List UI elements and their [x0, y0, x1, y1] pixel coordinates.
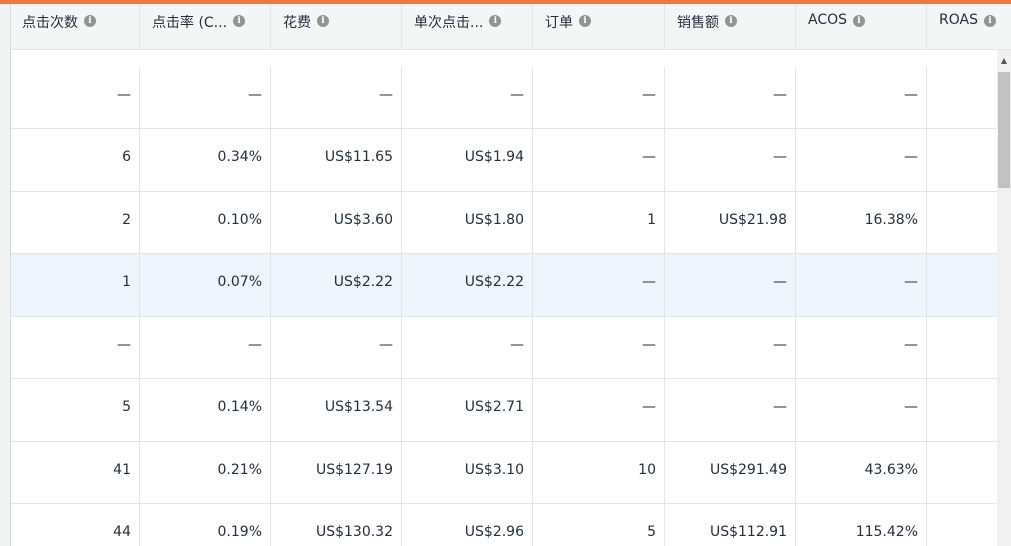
column-header-cpc[interactable]: 单次点击... i	[402, 4, 533, 50]
table-cell-acos: —	[796, 316, 927, 379]
table-cell-clicks: 41	[10, 441, 140, 504]
table-cell-cpc: US$3.10	[402, 441, 533, 504]
metrics-table: 点击次数 i 点击率 (C... i 花费 i 单次点击... i 订单 i 销售额 i ACOS i RO…	[10, 4, 1011, 546]
table-cell-cpc: US$2.71	[402, 379, 533, 442]
report-table-frame: 点击次数 i 点击率 (C... i 花费 i 单次点击... i 订单 i 销售额 i ACOS i RO…	[0, 0, 1011, 546]
table-cell-sales: US$291.49	[665, 441, 796, 504]
column-header-ctr[interactable]: 点击率 (C... i	[140, 4, 271, 50]
table-cell-ctr: —	[140, 66, 271, 129]
table-cell-clicks: 1	[10, 254, 140, 317]
table-cell-sales: —	[665, 254, 796, 317]
table-cell-clicks: 44	[10, 504, 140, 546]
table-cell-spend: US$127.19	[271, 441, 402, 504]
table-cell-ctr: 0.19%	[140, 504, 271, 546]
table-cell-clicks: 5	[10, 379, 140, 442]
table-cell-spend: US$3.60	[271, 191, 402, 254]
table-cell-sales: US$21.98	[665, 191, 796, 254]
column-header-label: 花费	[283, 15, 311, 31]
table-cell-spend: US$13.54	[271, 379, 402, 442]
column-header-label: 点击率 (C...	[152, 15, 228, 31]
table-cell-spend: US$11.65	[271, 129, 402, 192]
info-icon[interactable]: i	[317, 15, 329, 27]
table-cell-ctr: 0.21%	[140, 441, 271, 504]
info-icon[interactable]: i	[725, 15, 737, 27]
table-cell-clicks: 2	[10, 191, 140, 254]
table-cell-cpc: —	[402, 66, 533, 129]
column-header-label: ROAS	[939, 12, 978, 28]
column-header-clicks[interactable]: 点击次数 i	[10, 4, 140, 50]
table-cell-orders: —	[533, 379, 665, 442]
info-icon[interactable]: i	[489, 15, 502, 27]
table-cell-spend: US$130.32	[271, 504, 402, 546]
table-cell-cpc: US$1.94	[402, 129, 533, 192]
table-cell-ctr: 0.34%	[140, 129, 271, 192]
column-header-label: 订单	[545, 15, 573, 31]
info-icon[interactable]: i	[579, 15, 591, 27]
table-cell-acos: —	[796, 379, 927, 442]
table-cell-orders: 5	[533, 504, 665, 546]
column-header-label: 销售额	[677, 15, 719, 31]
table-cell-clicks: —	[10, 316, 140, 379]
table-cell-clicks: —	[10, 66, 140, 129]
top-accent-bar	[0, 0, 1011, 4]
table-cell-clicks: 6	[10, 129, 140, 192]
column-header-orders[interactable]: 订单 i	[533, 4, 665, 50]
table-cell-spend: —	[271, 66, 402, 129]
table-cell-orders: —	[533, 66, 665, 129]
chevron-up-icon[interactable]: ▲	[997, 50, 1011, 70]
table-cell-ctr: 0.07%	[140, 254, 271, 317]
row-selection-gutter	[0, 4, 11, 546]
table-cell-orders: —	[533, 129, 665, 192]
column-header-label: ACOS	[808, 12, 848, 28]
column-header-label: 点击次数	[22, 15, 78, 31]
table-cell-sales: —	[665, 379, 796, 442]
scrollbar-thumb[interactable]	[998, 72, 1010, 188]
table-cell-spend: —	[271, 316, 402, 379]
table-cell-cpc: US$1.80	[402, 191, 533, 254]
table-cell-acos: 115.42%	[796, 504, 927, 546]
table-cell-acos: —	[796, 66, 927, 129]
info-icon[interactable]: i	[853, 15, 866, 27]
table-cell-cpc: US$2.22	[402, 254, 533, 317]
table-cell-orders: 10	[533, 441, 665, 504]
table-cell-orders: 1	[533, 191, 665, 254]
column-header-roas[interactable]: ROAS i	[927, 4, 1011, 50]
table-cell-spend: US$2.22	[271, 254, 402, 317]
table-cell-ctr: —	[140, 316, 271, 379]
table-cell-acos: 16.38%	[796, 191, 927, 254]
table-cell-cpc: US$2.96	[402, 504, 533, 546]
table-cell-sales: US$112.91	[665, 504, 796, 546]
table-cell-acos: 43.63%	[796, 441, 927, 504]
table-cell-orders: —	[533, 254, 665, 317]
column-header-sales[interactable]: 销售额 i	[665, 4, 796, 50]
info-icon[interactable]: i	[983, 15, 996, 27]
table-cell-sales: —	[665, 316, 796, 379]
column-header-spend[interactable]: 花费 i	[271, 4, 402, 50]
table-cell-sales: —	[665, 66, 796, 129]
column-header-label: 单次点击...	[414, 15, 484, 31]
table-cell-orders: —	[533, 316, 665, 379]
table-cell-acos: —	[796, 129, 927, 192]
column-header-acos[interactable]: ACOS i	[796, 4, 927, 50]
table-cell-ctr: 0.14%	[140, 379, 271, 442]
table-cell-acos: —	[796, 254, 927, 317]
table-cell-ctr: 0.10%	[140, 191, 271, 254]
table-cell-cpc: —	[402, 316, 533, 379]
table-cell-sales: —	[665, 129, 796, 192]
info-icon[interactable]: i	[84, 15, 96, 27]
info-icon[interactable]: i	[233, 15, 246, 27]
